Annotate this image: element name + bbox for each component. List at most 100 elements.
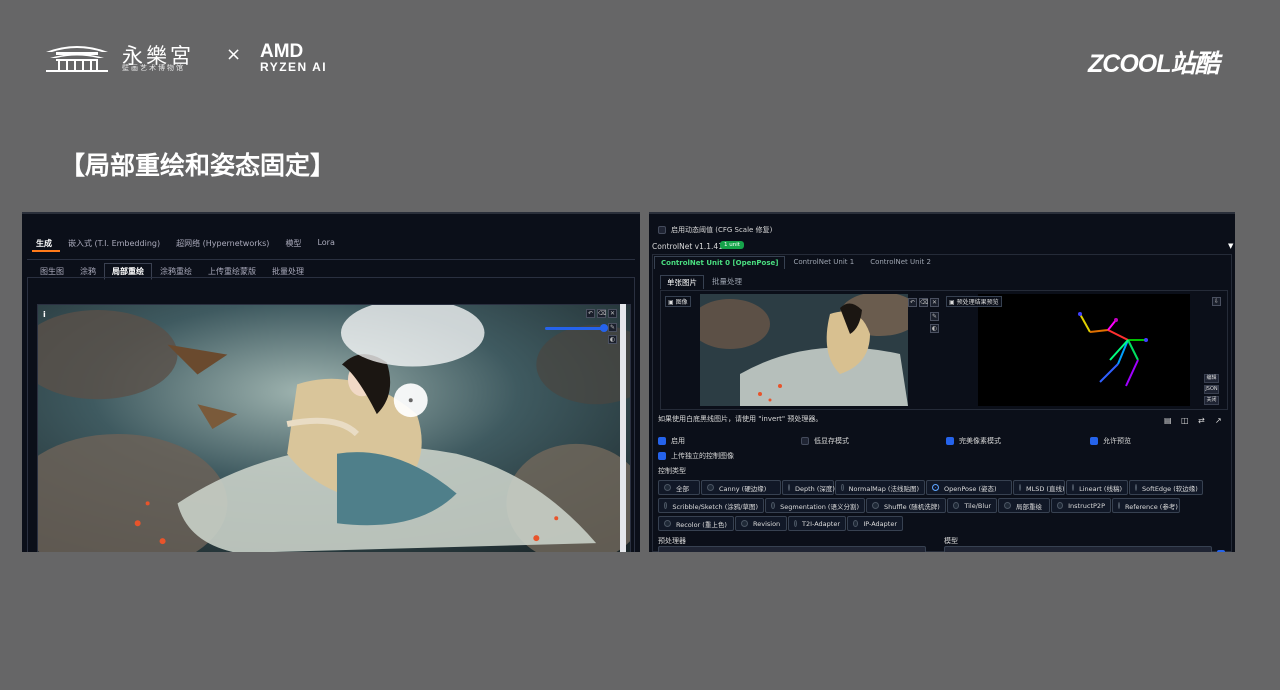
radio-dot-icon[interactable] xyxy=(1004,502,1011,509)
radio-dot-icon[interactable] xyxy=(1135,484,1137,491)
model-select[interactable] xyxy=(944,546,1212,552)
allow-preview-checkbox[interactable] xyxy=(1090,437,1098,445)
radio-dot-icon[interactable] xyxy=(741,520,748,527)
refresh-models-icon[interactable] xyxy=(1217,550,1225,552)
radio-dot-icon[interactable] xyxy=(664,484,671,491)
tab-model[interactable]: 模型 xyxy=(277,238,309,249)
control-type-option[interactable]: 全部 xyxy=(658,480,700,495)
low-vram-option[interactable]: 低显存模式 xyxy=(801,436,849,446)
radio-dot-icon[interactable] xyxy=(932,484,939,491)
upload-independent-option[interactable]: 上传独立的控制图像 xyxy=(658,451,734,461)
swap-icon[interactable]: ⇄ xyxy=(1198,416,1205,425)
image-icon: ▣ xyxy=(668,299,676,306)
tab-unit-2[interactable]: ControlNet Unit 2 xyxy=(862,256,939,269)
brush-icon[interactable]: ✎ xyxy=(608,323,617,332)
cfg-fix-option[interactable]: 启用动态阈值 (CFG Scale 修复) xyxy=(658,225,772,235)
tab-generate[interactable]: 生成 xyxy=(28,238,60,249)
radio-dot-icon[interactable] xyxy=(841,484,844,491)
control-type-option[interactable]: NormalMap (法线贴图) xyxy=(835,480,925,495)
json-button[interactable]: JSON xyxy=(1204,385,1219,394)
control-type-option[interactable]: Segmentation (语义分割) xyxy=(765,498,865,513)
undo-icon[interactable]: ↶ xyxy=(908,298,917,307)
download-icon[interactable]: ⇩ xyxy=(1212,297,1221,306)
send-dimensions-icon[interactable]: ↗ xyxy=(1215,416,1222,425)
radio-dot-icon[interactable] xyxy=(1118,502,1120,509)
tab-unit-1[interactable]: ControlNet Unit 1 xyxy=(785,256,862,269)
undo-icon[interactable]: ↶ xyxy=(586,309,595,318)
control-type-label: Lineart (线稿) xyxy=(1079,484,1122,493)
tab-single-image[interactable]: 单张图片 xyxy=(660,275,704,289)
scrollbar[interactable] xyxy=(620,304,626,552)
pixel-perfect-checkbox[interactable] xyxy=(946,437,954,445)
radio-dot-icon[interactable] xyxy=(794,520,797,527)
image-tabs: 单张图片 批量处理 xyxy=(660,275,750,289)
radio-dot-icon[interactable] xyxy=(1072,484,1075,491)
low-vram-checkbox[interactable] xyxy=(801,437,809,445)
enable-checkbox[interactable] xyxy=(658,437,666,445)
close-icon[interactable]: ✕ xyxy=(930,298,939,307)
zcool-logo: ZCOOL站酷 xyxy=(1088,50,1219,78)
control-type-label: Revision xyxy=(753,519,781,528)
preprocessor-select[interactable] xyxy=(658,546,926,552)
upload-independent-checkbox[interactable] xyxy=(658,452,666,460)
radio-dot-icon[interactable] xyxy=(1057,502,1064,509)
tab-lora[interactable]: Lora xyxy=(309,238,342,249)
cfg-fix-checkbox[interactable] xyxy=(658,226,666,234)
collapse-icon[interactable]: ▼ xyxy=(1228,242,1233,250)
control-type-option[interactable]: Scribble/Sketch (涂鸦/草图) xyxy=(658,498,764,513)
control-type-option[interactable]: OpenPose (姿态) xyxy=(926,480,1012,495)
control-type-label: MLSD (直线) xyxy=(1026,484,1065,493)
enable-option[interactable]: 启用 xyxy=(658,436,685,446)
radio-dot-icon[interactable] xyxy=(664,502,668,509)
control-type-option[interactable]: Depth (深度) xyxy=(782,480,835,495)
clear-icon[interactable]: ⌫ xyxy=(919,298,928,307)
inpaint-panel: 生成 嵌入式 (T.I. Embedding) 超网络 (Hypernetwor… xyxy=(22,212,640,552)
radio-dot-icon[interactable] xyxy=(872,502,879,509)
tab-batch-process[interactable]: 批量处理 xyxy=(704,275,750,289)
preprocessor-label: 预处理器 xyxy=(658,537,686,545)
control-type-option[interactable]: Shuffle (随机洗牌) xyxy=(866,498,946,513)
tab-unit-0[interactable]: ControlNet Unit 0 [OpenPose] xyxy=(654,256,786,269)
brush-size-handle[interactable] xyxy=(600,324,608,332)
tab-hypernetworks[interactable]: 超网络 (Hypernetworks) xyxy=(168,238,277,249)
radio-dot-icon[interactable] xyxy=(664,520,671,527)
radio-dot-icon[interactable] xyxy=(853,520,859,527)
allow-preview-option[interactable]: 允许预览 xyxy=(1090,436,1131,446)
palette-icon[interactable]: ◐ xyxy=(930,324,939,333)
control-type-option[interactable]: Reference (参考) xyxy=(1112,498,1180,513)
control-type-option[interactable]: IP-Adapter xyxy=(847,516,903,531)
control-type-option[interactable]: Revision xyxy=(735,516,787,531)
pixel-perfect-option[interactable]: 完美像素模式 xyxy=(946,436,1001,446)
camera-icon[interactable]: ◫ xyxy=(1181,416,1189,425)
invert-hint: 如果使用白底黑线图片，请使用 "invert" 预处理器。 xyxy=(658,415,823,423)
close-preview-button[interactable]: 关闭 xyxy=(1204,396,1219,405)
control-type-option[interactable]: Recolor (重上色) xyxy=(658,516,734,531)
control-type-option[interactable]: Tile/Blur xyxy=(947,498,997,513)
control-type-option[interactable]: Canny (硬边缘) xyxy=(701,480,781,495)
close-icon[interactable]: ✕ xyxy=(608,309,617,318)
control-input-image[interactable] xyxy=(700,294,908,406)
tab-embedding[interactable]: 嵌入式 (T.I. Embedding) xyxy=(60,238,168,249)
radio-dot-icon[interactable] xyxy=(788,484,790,491)
control-type-label: InstructP2P xyxy=(1068,501,1105,510)
inpaint-canvas[interactable] xyxy=(37,304,631,552)
radio-dot-icon[interactable] xyxy=(953,502,960,509)
palette-icon[interactable]: ◐ xyxy=(608,335,617,344)
radio-dot-icon[interactable] xyxy=(771,502,776,509)
info-icon[interactable]: i xyxy=(43,310,46,319)
preview-label-text: 预处理结果预览 xyxy=(956,299,999,306)
control-type-option[interactable]: SoftEdge (软边缘) xyxy=(1129,480,1203,495)
control-type-option[interactable]: Lineart (线稿) xyxy=(1066,480,1128,495)
new-canvas-icon[interactable]: ▤ xyxy=(1164,416,1172,425)
clear-icon[interactable]: ⌫ xyxy=(597,309,606,318)
control-type-option[interactable]: InstructP2P xyxy=(1051,498,1111,513)
control-type-option[interactable]: 局部重绘 xyxy=(998,498,1050,513)
edit-button[interactable]: 编辑 xyxy=(1204,374,1219,383)
brush-icon[interactable]: ✎ xyxy=(930,312,939,321)
palace-logo-icon xyxy=(46,46,108,72)
control-type-option[interactable]: MLSD (直线) xyxy=(1013,480,1065,495)
control-type-option[interactable]: T2I-Adapter xyxy=(788,516,846,531)
brush-size-slider[interactable] xyxy=(545,327,603,330)
radio-dot-icon[interactable] xyxy=(707,484,714,491)
radio-dot-icon[interactable] xyxy=(1019,484,1021,491)
